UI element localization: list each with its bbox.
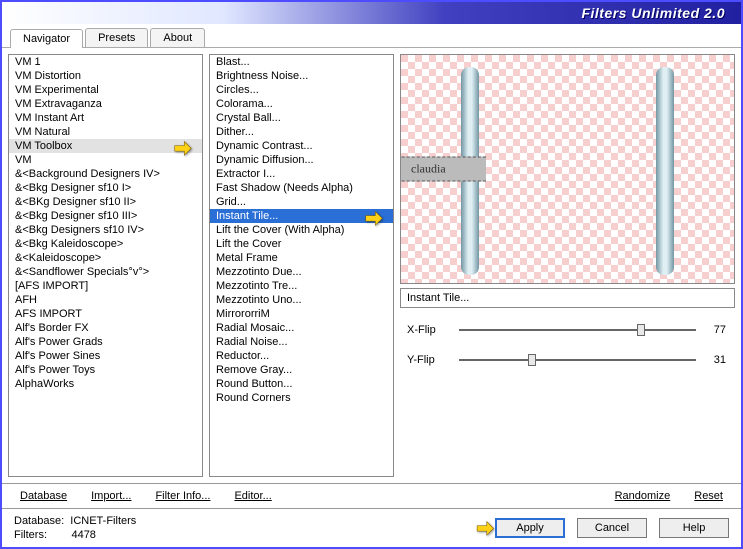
randomize-link[interactable]: Randomize [615,490,671,502]
preview-shape [461,195,479,275]
category-item[interactable]: VM Extravaganza [9,97,202,111]
tab-presets[interactable]: Presets [85,28,148,47]
category-item[interactable]: AlphaWorks [9,377,202,391]
filter-item[interactable]: Round Button... [210,377,393,391]
filter-info-link[interactable]: Filter Info... [155,490,210,502]
apply-button[interactable]: Apply [495,518,565,538]
help-button[interactable]: Help [659,518,729,538]
category-item[interactable]: VM 1 [9,55,202,69]
filter-item[interactable]: Remove Gray... [210,363,393,377]
cancel-button[interactable]: Cancel [577,518,647,538]
category-item[interactable]: Alf's Power Grads [9,335,202,349]
editor-link[interactable]: Editor... [234,490,271,502]
category-item[interactable]: [AFS IMPORT] [9,279,202,293]
tab-strip: Navigator Presets About [2,24,741,48]
category-item[interactable]: AFH [9,293,202,307]
filter-item[interactable]: Lift the Cover [210,237,393,251]
db-label: Database: [14,515,64,527]
filter-item[interactable]: Metal Frame [210,251,393,265]
category-item[interactable]: Alf's Power Sines [9,349,202,363]
category-item[interactable]: VM [9,153,202,167]
main-area: VM 1VM DistortionVM ExperimentalVM Extra… [2,48,741,483]
category-item[interactable]: &<BKg Designer sf10 II> [9,195,202,209]
category-item[interactable]: VM Toolbox [9,139,202,153]
slider-label: Y-Flip [403,354,453,366]
tab-navigator[interactable]: Navigator [10,29,83,48]
category-item[interactable]: AFS IMPORT [9,307,202,321]
slider-row: Y-Flip 31 [403,345,732,375]
filter-item[interactable]: Lift the Cover (With Alpha) [210,223,393,237]
slider-thumb[interactable] [637,324,645,336]
db-value: ICNET-Filters [70,515,136,527]
slider-thumb[interactable] [528,354,536,366]
watermark: claudia [400,157,486,182]
filters-count: 4478 [71,529,95,541]
filter-item[interactable]: Brightness Noise... [210,69,393,83]
filter-item[interactable]: Colorama... [210,97,393,111]
slider-track[interactable] [459,329,696,331]
filter-list[interactable]: Blast...Brightness Noise...Circles...Col… [209,54,394,477]
status-text: Database: ICNET-Filters Filters: 4478 [14,515,136,541]
category-item[interactable]: &<Background Designers IV> [9,167,202,181]
toolbar: Database Import... Filter Info... Editor… [2,483,741,509]
category-item[interactable]: VM Distortion [9,69,202,83]
filter-item[interactable]: Mezzotinto Uno... [210,293,393,307]
titlebar: Filters Unlimited 2.0 [2,2,741,24]
current-filter-name: Instant Tile... [400,288,735,308]
preview-shape [656,195,674,275]
category-item[interactable]: Alf's Border FX [9,321,202,335]
filter-item[interactable]: Extractor I... [210,167,393,181]
import-link[interactable]: Import... [91,490,131,502]
preview-canvas: claudia [400,54,735,284]
slider-value: 31 [702,354,732,366]
filter-item[interactable]: Round Corners [210,391,393,405]
filter-item[interactable]: Dynamic Diffusion... [210,153,393,167]
slider-label: X-Flip [403,324,453,336]
category-item[interactable]: &<Bkg Kaleidoscope> [9,237,202,251]
category-item[interactable]: Alf's Power Toys [9,363,202,377]
filter-item[interactable]: Dynamic Contrast... [210,139,393,153]
category-item[interactable]: VM Instant Art [9,111,202,125]
filter-item[interactable]: Mezzotinto Due... [210,265,393,279]
filter-item[interactable]: Grid... [210,195,393,209]
filter-item[interactable]: MirrororriM [210,307,393,321]
filter-item[interactable]: Instant Tile... [210,209,393,223]
category-item[interactable]: VM Experimental [9,83,202,97]
slider-track[interactable] [459,359,696,361]
filter-item[interactable]: Circles... [210,83,393,97]
filter-item[interactable]: Radial Noise... [210,335,393,349]
filter-item[interactable]: Fast Shadow (Needs Alpha) [210,181,393,195]
category-item[interactable]: &<Bkg Designer sf10 I> [9,181,202,195]
filter-item[interactable]: Dither... [210,125,393,139]
category-item[interactable]: &<Bkg Designers sf10 IV> [9,223,202,237]
right-pane: claudia Instant Tile... X-Flip 77 Y-Flip 31 [400,54,735,477]
filter-item[interactable]: Blast... [210,55,393,69]
category-item[interactable]: VM Natural [9,125,202,139]
filter-item[interactable]: Reductor... [210,349,393,363]
database-link[interactable]: Database [20,490,67,502]
filter-item[interactable]: Mezzotinto Tre... [210,279,393,293]
filter-item[interactable]: Crystal Ball... [210,111,393,125]
app-window: Filters Unlimited 2.0 Navigator Presets … [0,0,743,549]
reset-link[interactable]: Reset [694,490,723,502]
category-item[interactable]: &<Sandflower Specials°v°> [9,265,202,279]
filters-label: Filters: [14,529,47,541]
statusbar: Database: ICNET-Filters Filters: 4478 Ap… [2,509,741,547]
hand-pointer-icon [471,516,497,538]
app-title: Filters Unlimited 2.0 [581,5,725,21]
category-list[interactable]: VM 1VM DistortionVM ExperimentalVM Extra… [8,54,203,477]
tab-about[interactable]: About [150,28,205,47]
filter-item[interactable]: Radial Mosaic... [210,321,393,335]
category-item[interactable]: &<Bkg Designer sf10 III> [9,209,202,223]
slider-row: X-Flip 77 [403,315,732,345]
slider-panel: X-Flip 77 Y-Flip 31 [400,312,735,384]
slider-value: 77 [702,324,732,336]
category-item[interactable]: &<Kaleidoscope> [9,251,202,265]
